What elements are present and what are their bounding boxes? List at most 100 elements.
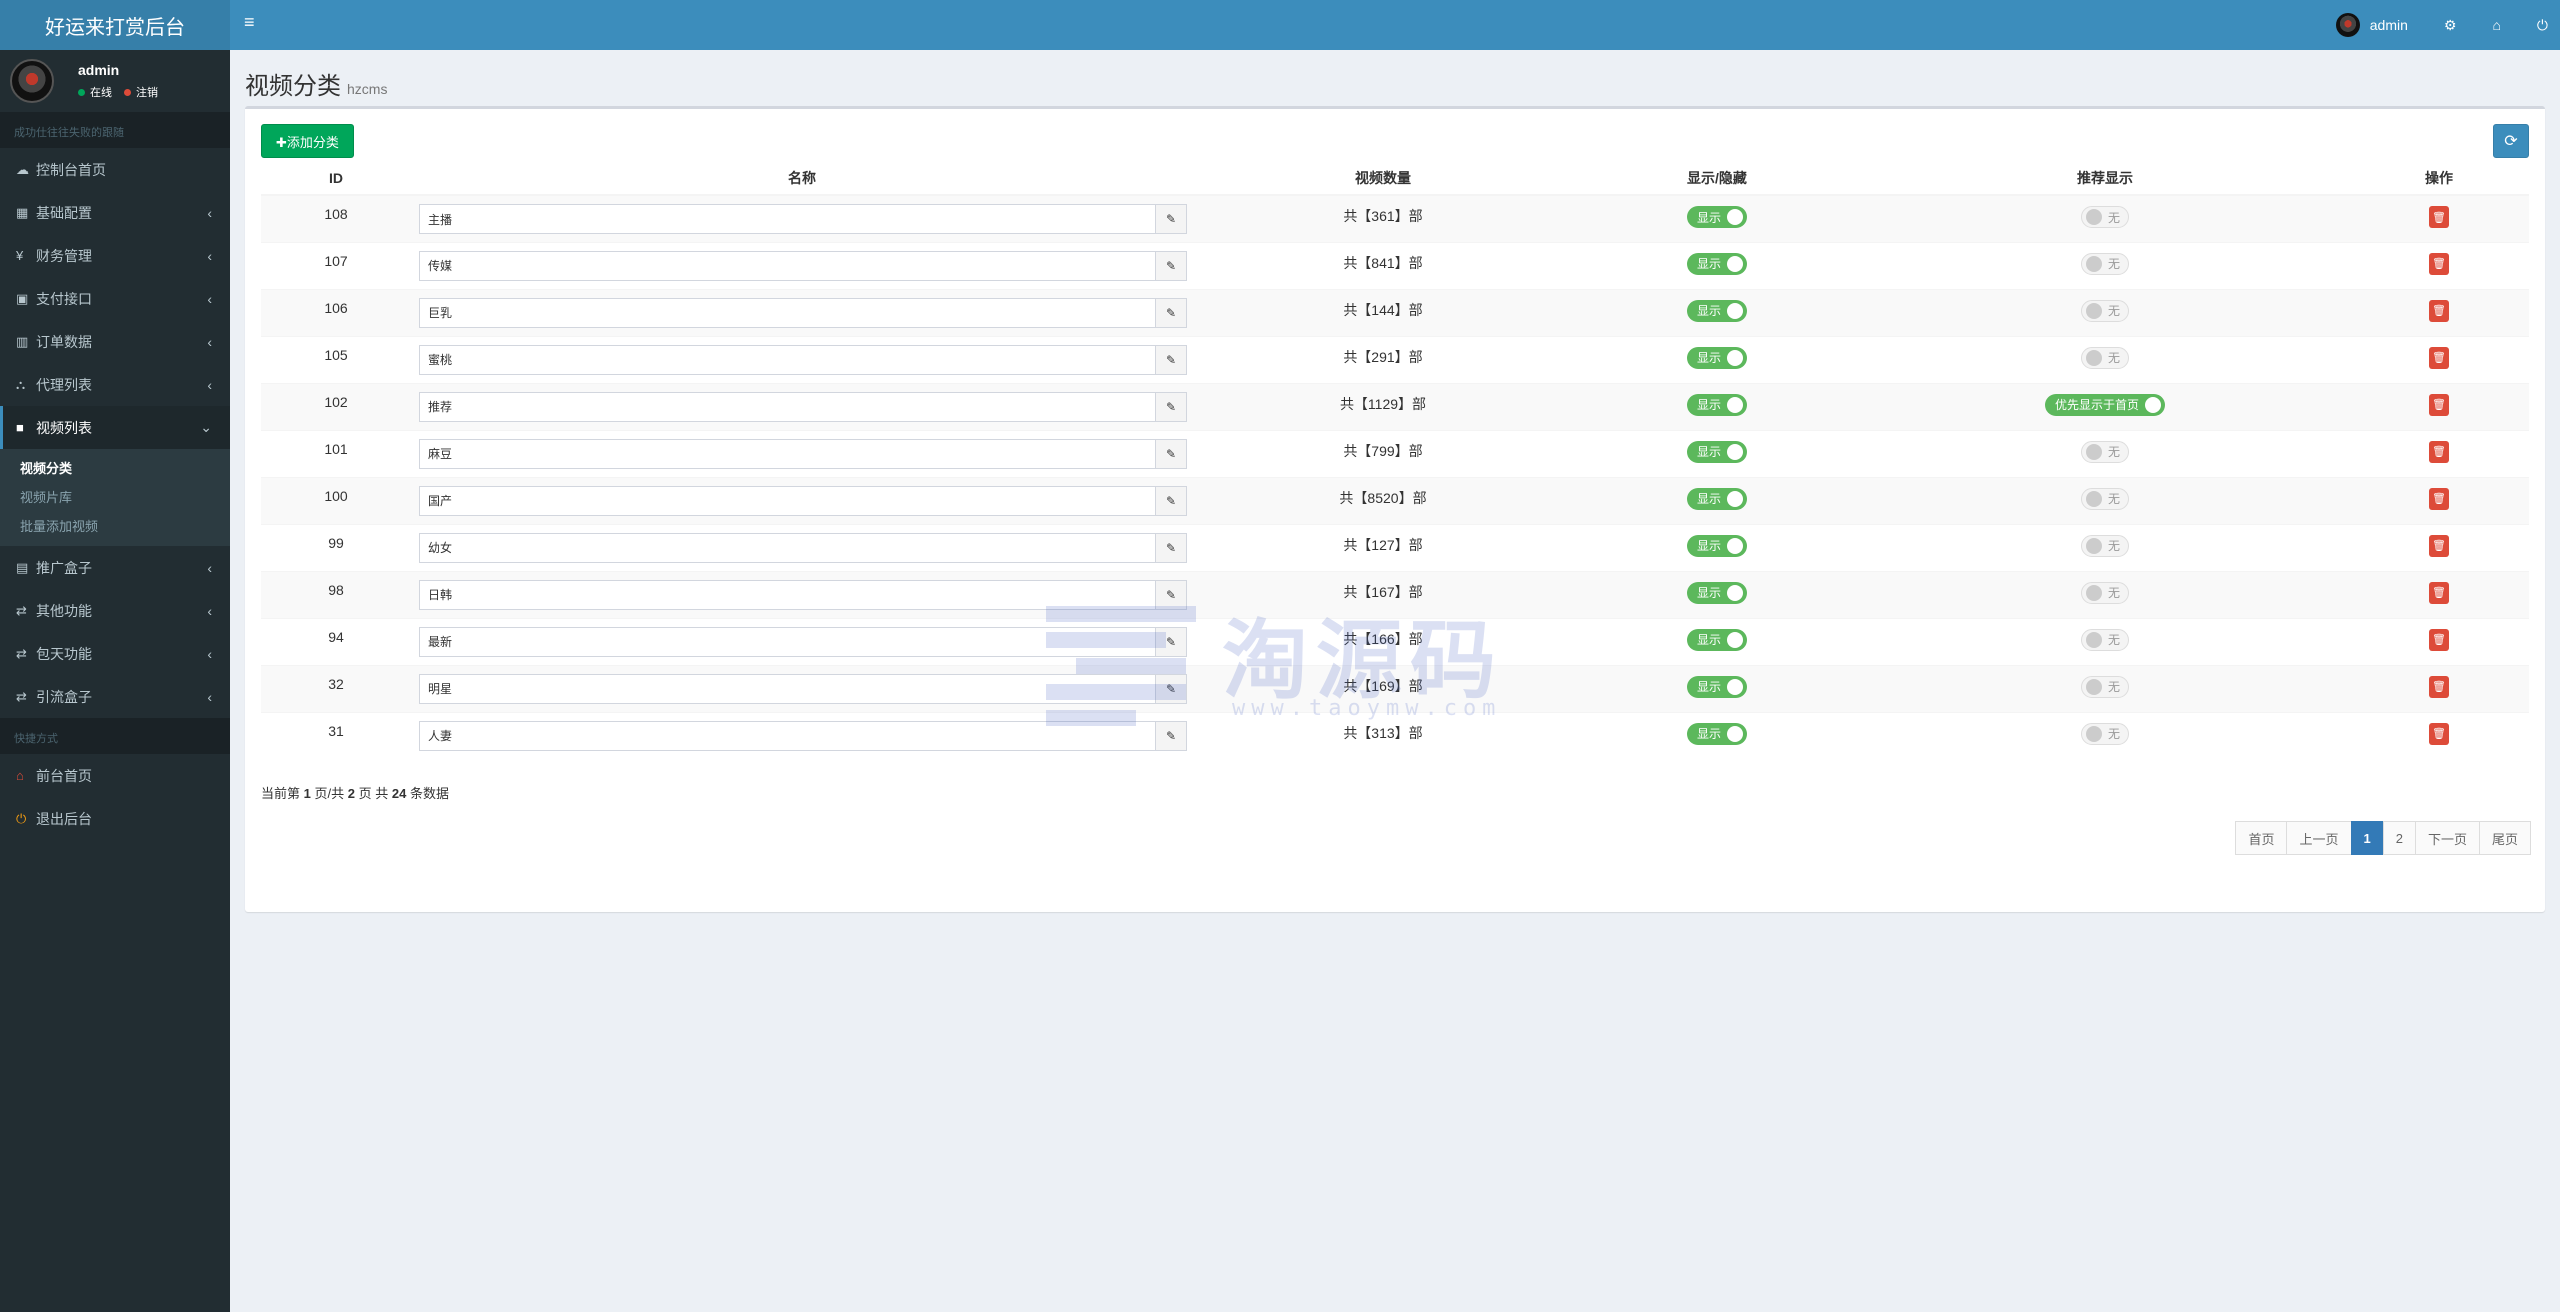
visibility-toggle[interactable]: 显示 — [1686, 252, 1747, 275]
trash-icon[interactable]: 🗑 — [2429, 581, 2449, 604]
category-name-input[interactable] — [419, 532, 1155, 563]
category-name-input[interactable] — [419, 438, 1155, 469]
sidebar-search[interactable]: 成功仕往往失败的跟随 — [0, 112, 230, 148]
visibility-toggle[interactable]: 显示 — [1686, 440, 1747, 463]
app-logo[interactable]: 好运来打赏后台 — [0, 0, 230, 50]
sidebar-item-payment[interactable]: ▣ 支付接口 ‹ — [0, 277, 230, 320]
page-button[interactable]: 首页 — [2235, 821, 2288, 855]
recommend-toggle[interactable]: 无 — [2080, 346, 2129, 369]
recommend-toggle[interactable]: 无 — [2080, 299, 2129, 322]
edit-icon[interactable]: ✎ — [1155, 485, 1187, 516]
trash-icon[interactable]: 🗑 — [2429, 722, 2449, 745]
trash-icon[interactable]: 🗑 — [2429, 675, 2449, 698]
edit-icon[interactable]: ✎ — [1155, 438, 1187, 469]
visibility-toggle[interactable]: 显示 — [1686, 299, 1747, 322]
power-icon[interactable]: ⏻ — [2537, 17, 2548, 34]
sidebar-item-logout[interactable]: ⏻ 退出后台 — [0, 797, 230, 840]
category-name-input[interactable] — [419, 297, 1155, 328]
visibility-toggle[interactable]: 显示 — [1686, 393, 1747, 416]
edit-icon[interactable]: ✎ — [1155, 297, 1187, 328]
category-name-input[interactable] — [419, 344, 1155, 375]
sidebar-item-orders[interactable]: ▥ 订单数据 ‹ — [0, 320, 230, 363]
page-button[interactable]: 2 — [2382, 821, 2416, 855]
trash-icon[interactable]: 🗑 — [2429, 487, 2449, 510]
category-name-input[interactable] — [419, 250, 1155, 281]
submenu-item[interactable]: 批量添加视频 — [0, 511, 230, 540]
visibility-toggle[interactable]: 显示 — [1686, 487, 1747, 510]
trash-icon[interactable]: 🗑 — [2429, 393, 2449, 416]
trash-icon[interactable]: 🗑 — [2429, 206, 2449, 228]
edit-icon[interactable]: ✎ — [1155, 532, 1187, 563]
sidebar-item-agents[interactable]: ⛬ 代理列表 ‹ — [0, 363, 230, 406]
visibility-toggle[interactable]: 显示 — [1686, 346, 1747, 369]
sidebar-item-video-list[interactable]: ■ 视频列表 ⌄ — [0, 406, 230, 449]
trash-icon[interactable]: 🗑 — [2429, 346, 2449, 369]
category-name-input[interactable] — [419, 579, 1155, 610]
recommend-toggle[interactable]: 无 — [2080, 206, 2129, 228]
sidebar-item-frontend-home[interactable]: ⌂ 前台首页 — [0, 754, 230, 797]
sidebar-item-label: 推广盒子 — [36, 559, 92, 576]
edit-icon[interactable]: ✎ — [1155, 673, 1187, 704]
sidebar-item-other-functions[interactable]: ⇄ 其他功能 ‹ — [0, 589, 230, 632]
visibility-toggle[interactable]: 显示 — [1686, 581, 1747, 604]
settings-icon[interactable]: ⚙ — [2444, 17, 2457, 34]
visibility-toggle[interactable]: 显示 — [1686, 675, 1747, 698]
category-name-input[interactable] — [419, 626, 1155, 657]
page-button[interactable]: 下一页 — [2414, 821, 2480, 855]
trash-icon[interactable]: 🗑 — [2429, 628, 2449, 651]
edit-icon[interactable]: ✎ — [1155, 720, 1187, 751]
visibility-toggle[interactable]: 显示 — [1686, 628, 1747, 651]
logout-link[interactable]: 注销 — [124, 84, 158, 100]
menu-toggle-icon[interactable]: ≡ — [244, 12, 255, 33]
sidebar-item-traffic-box[interactable]: ⇄ 引流盒子 ‹ — [0, 675, 230, 718]
trash-icon[interactable]: 🗑 — [2429, 440, 2449, 463]
category-name-input[interactable] — [419, 204, 1155, 234]
home-icon[interactable]: ⌂ — [2492, 17, 2500, 33]
trash-icon[interactable]: 🗑 — [2429, 534, 2449, 557]
visibility-toggle[interactable]: 显示 — [1686, 534, 1747, 557]
edit-icon[interactable]: ✎ — [1155, 626, 1187, 657]
sidebar-item-label: 退出后台 — [36, 810, 92, 827]
cell-id: 31 — [261, 711, 411, 759]
cell-actions: 🗑 — [2349, 382, 2529, 430]
edit-icon[interactable]: ✎ — [1155, 344, 1187, 375]
category-name-input[interactable] — [419, 673, 1155, 704]
recommend-toggle[interactable]: 无 — [2080, 581, 2129, 604]
trash-icon[interactable]: 🗑 — [2429, 299, 2449, 322]
edit-icon[interactable]: ✎ — [1155, 579, 1187, 610]
category-name-input[interactable] — [419, 485, 1155, 516]
recommend-toggle[interactable]: 无 — [2080, 722, 2129, 745]
recommend-toggle[interactable]: 无 — [2080, 628, 2129, 651]
visibility-toggle[interactable]: 显示 — [1686, 206, 1747, 228]
recommend-toggle[interactable]: 无 — [2080, 252, 2129, 275]
submenu-item[interactable]: 视频分类 — [0, 453, 230, 482]
sidebar-item-basic-config[interactable]: ▦ 基础配置 ‹ — [0, 191, 230, 234]
refresh-button[interactable]: ⟳ — [2493, 124, 2529, 158]
page-button[interactable]: 1 — [2350, 821, 2384, 855]
sidebar-item-daily-package[interactable]: ⇄ 包天功能 ‹ — [0, 632, 230, 675]
recommend-toggle[interactable]: 无 — [2080, 534, 2129, 557]
sidebar-item-dashboard[interactable]: ☁ 控制台首页 — [0, 148, 230, 191]
submenu-item[interactable]: 视频片库 — [0, 482, 230, 511]
sidebar-item-finance[interactable]: ¥ 财务管理 ‹ — [0, 234, 230, 277]
sidebar-item-promo-box[interactable]: ▤ 推广盒子 ‹ — [0, 546, 230, 589]
toggle-knob — [2085, 490, 2102, 507]
recommend-toggle[interactable]: 无 — [2080, 440, 2129, 463]
category-name-input[interactable] — [419, 391, 1155, 422]
category-name-input[interactable] — [419, 720, 1155, 751]
edit-icon[interactable]: ✎ — [1155, 250, 1187, 281]
edit-icon[interactable]: ✎ — [1155, 204, 1187, 234]
trash-icon[interactable]: 🗑 — [2429, 252, 2449, 275]
page-button[interactable]: 上一页 — [2286, 821, 2352, 855]
toggle-knob — [2145, 396, 2161, 413]
section-header: 快捷方式 — [0, 718, 230, 754]
page-button[interactable]: 尾页 — [2478, 821, 2531, 855]
edit-icon[interactable]: ✎ — [1155, 391, 1187, 422]
recommend-toggle[interactable]: 无 — [2080, 487, 2129, 510]
visibility-toggle[interactable]: 显示 — [1686, 722, 1747, 745]
recommend-label: 无 — [2107, 257, 2120, 271]
user-menu[interactable]: admin — [2335, 13, 2408, 37]
recommend-toggle[interactable]: 优先显示于首页 — [2044, 393, 2165, 416]
recommend-toggle[interactable]: 无 — [2080, 675, 2129, 698]
add-category-button[interactable]: ✚添加分类 — [261, 124, 354, 158]
